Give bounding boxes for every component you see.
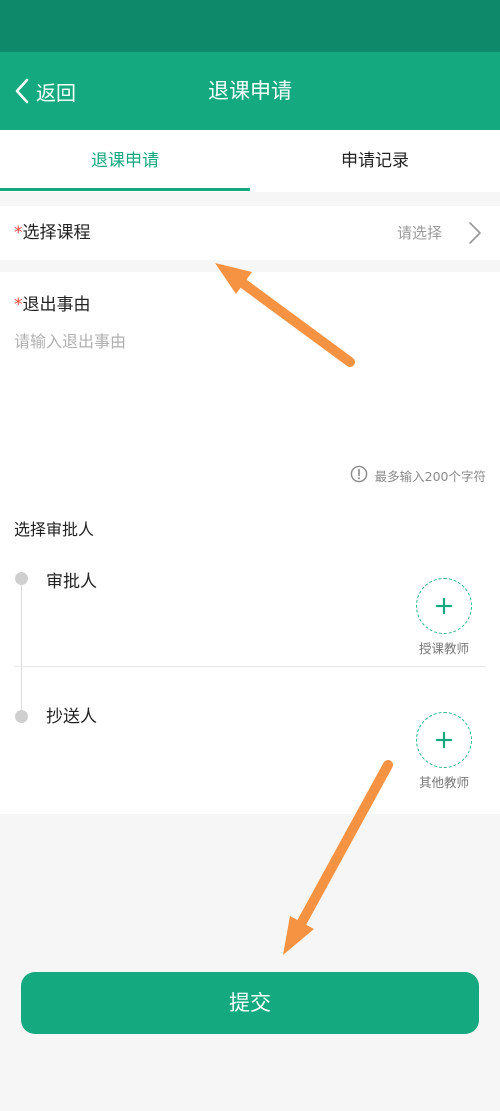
required-mark: * — [14, 223, 23, 243]
char-limit-text: 最多输入200个字符 — [374, 469, 486, 484]
back-label: 返回 — [36, 80, 76, 105]
course-value: 请选择 — [396, 224, 442, 242]
reason-input[interactable] — [14, 328, 484, 448]
chevron-left-icon — [14, 77, 30, 105]
divider — [14, 666, 486, 667]
required-mark: * — [14, 295, 23, 315]
tab-withdraw-application[interactable]: 退课申请 — [0, 130, 250, 192]
plus-icon — [416, 712, 472, 768]
select-course-row[interactable]: *选择课程 请选择 — [0, 206, 500, 260]
approver-label: 审批人 — [46, 572, 97, 592]
cc-label: 抄送人 — [46, 707, 97, 727]
add-cc-button[interactable]: 其他教师 — [410, 712, 478, 791]
char-limit-note: 最多输入200个字符 — [350, 465, 486, 486]
add-cc-label: 其他教师 — [418, 775, 469, 790]
active-tab-indicator — [0, 188, 250, 191]
tab-application-records[interactable]: 申请记录 — [250, 130, 500, 192]
nav-bar: 返回 退课申请 — [0, 52, 500, 130]
timeline-dot — [15, 572, 28, 585]
status-bar — [0, 0, 500, 52]
add-approver-button[interactable]: 授课教师 — [410, 578, 478, 657]
plus-icon — [416, 578, 472, 634]
timeline-line — [21, 580, 22, 710]
submit-button[interactable]: 提交 — [21, 972, 479, 1034]
approver-section-title: 选择审批人 — [14, 520, 95, 539]
back-button[interactable]: 返回 — [14, 52, 76, 130]
chevron-right-icon — [468, 221, 482, 249]
info-icon — [350, 465, 375, 486]
timeline-dot — [15, 710, 28, 723]
course-label: *选择课程 — [14, 223, 91, 243]
approver-section: 选择审批人 审批人 授课教师 抄送人 其他教师 — [0, 492, 500, 814]
tab-bar: 退课申请 申请记录 — [0, 130, 500, 192]
reason-section: *退出事由 最多输入200个字符 — [0, 272, 500, 492]
add-approver-label: 授课教师 — [418, 641, 469, 656]
reason-label: *退出事由 — [14, 295, 91, 315]
